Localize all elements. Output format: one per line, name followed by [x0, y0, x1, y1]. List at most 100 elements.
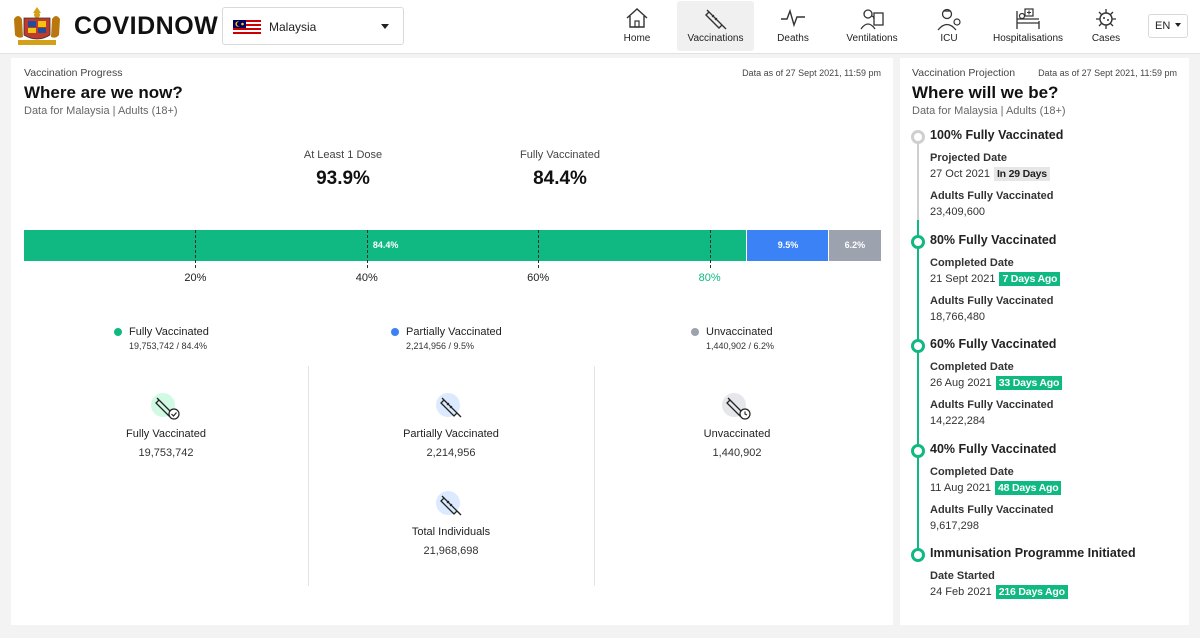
timeline-marker — [911, 444, 925, 458]
nav-label: Vaccinations — [687, 33, 744, 44]
card-value: 2,214,956 — [426, 447, 476, 459]
legend-value: 1,440,902 / 6.2% — [706, 341, 775, 351]
timeline-marker — [911, 235, 925, 249]
nav-hospitalisations[interactable]: Hospitalisations — [988, 1, 1068, 51]
card-value: 21,968,698 — [423, 545, 479, 557]
legend-value: 2,214,956 / 9.5% — [406, 341, 475, 351]
nav-label: ICU — [940, 33, 958, 44]
card-value: 19,753,742 — [138, 447, 194, 459]
vaccination-projection-panel: Vaccination Projection Data as of 27 Sep… — [900, 58, 1189, 625]
at-least-one-dose-label: At Least 1 Dose — [303, 149, 383, 161]
country-name: Malaysia — [269, 20, 317, 34]
legend-name: Fully Vaccinated — [129, 326, 209, 338]
coat-of-arms-logo[interactable] — [10, 5, 64, 47]
days-badge: 33 Days Ago — [995, 376, 1063, 390]
milestone-count: 23,409,600 — [930, 206, 986, 218]
milestone-date: 24 Feb 2021 216 Days Ago — [930, 585, 1068, 599]
nav-ventilations[interactable]: Ventilations — [840, 1, 904, 51]
icu-icon — [937, 8, 961, 31]
milestone-date-value: 21 Sept 2021 — [930, 273, 996, 285]
milestone-date-label: Completed Date — [930, 361, 1014, 373]
card-title: Unvaccinated — [703, 428, 771, 440]
pulse-icon — [781, 8, 805, 28]
panel-title: Where will we be? — [912, 83, 1059, 102]
nav-label: Home — [623, 33, 651, 44]
milestone-date-value: 26 Aug 2021 — [930, 377, 992, 389]
brand-name[interactable]: COVIDNOW — [74, 12, 218, 41]
country-selector[interactable]: Malaysia — [222, 7, 404, 45]
nav-icu[interactable]: ICU — [928, 1, 970, 51]
card-title: Total Individuals — [411, 526, 491, 538]
milestone-title: 40% Fully Vaccinated — [930, 442, 1057, 456]
nav-cases[interactable]: Cases — [1086, 1, 1126, 51]
nav-label: Ventilations — [846, 33, 898, 44]
days-badge: 216 Days Ago — [995, 585, 1068, 599]
days-badge: 48 Days Ago — [994, 481, 1062, 495]
milestone-title: 60% Fully Vaccinated — [930, 337, 1057, 351]
bar-tick-line — [195, 230, 197, 268]
milestone-title: Immunisation Programme Initiated — [930, 546, 1136, 560]
bar-segment-label: 6.2% — [844, 240, 866, 250]
bar-tick-label: 80% — [698, 272, 721, 284]
ventilator-icon — [860, 9, 884, 30]
legend-dot — [691, 328, 699, 336]
milestone-date: 11 Aug 2021 48 Days Ago — [930, 481, 1062, 495]
nav-label: Cases — [1091, 33, 1121, 44]
top-navigation-bar: COVIDNOW Malaysia Home Vaccinations Deat… — [0, 0, 1200, 54]
bar-segment-label: 84.4% — [372, 240, 399, 250]
milestone-date-label: Completed Date — [930, 466, 1014, 478]
vaccination-progress-panel: Vaccination Progress Data as of 27 Sept … — [11, 58, 893, 625]
chevron-down-icon — [1175, 23, 1181, 27]
bar-tick-line — [366, 230, 368, 268]
nav-label: Deaths — [777, 33, 809, 44]
milestone-count-label: Adults Fully Vaccinated — [930, 190, 1054, 202]
milestone-title: 80% Fully Vaccinated — [930, 233, 1057, 247]
timeline-line — [917, 220, 919, 556]
syringe-icon — [436, 393, 462, 418]
vaccination-stacked-bar[interactable]: 84.4% 9.5% 6.2% — [24, 230, 881, 268]
bar-tick-label: 40% — [355, 272, 378, 284]
nav-home[interactable]: Home — [616, 1, 658, 51]
language-selector[interactable]: EN — [1148, 14, 1188, 38]
panel-subtitle: Data for Malaysia | Adults (18+) — [24, 105, 178, 117]
hospital-bed-icon — [1016, 8, 1040, 29]
milestone-date: 27 Oct 2021 In 29 Days — [930, 167, 1050, 181]
section-label: Vaccination Progress — [24, 67, 123, 79]
milestone-count-label: Adults Fully Vaccinated — [930, 295, 1054, 307]
milestone-title: 100% Fully Vaccinated — [930, 128, 1064, 142]
milestone-count: 18,766,480 — [930, 311, 986, 323]
bar-tick-label: 20% — [184, 272, 207, 284]
days-badge: 7 Days Ago — [999, 272, 1061, 286]
legend-name: Partially Vaccinated — [406, 326, 502, 338]
syringe-check-icon — [151, 393, 180, 420]
language-code: EN — [1155, 20, 1171, 32]
card-value: 1,440,902 — [712, 447, 762, 459]
panel-title: Where are we now? — [24, 83, 183, 102]
home-icon — [626, 8, 648, 28]
bar-tick-label: 60% — [527, 272, 550, 284]
bar-tick-line — [709, 230, 711, 268]
timeline-marker — [911, 339, 925, 353]
bar-segment-label: 9.5% — [777, 240, 799, 250]
section-label: Vaccination Projection — [912, 67, 1016, 79]
milestone-date-label: Date Started — [930, 570, 995, 582]
nav-vaccinations[interactable]: Vaccinations — [677, 1, 754, 51]
milestone-count-label: Adults Fully Vaccinated — [930, 399, 1054, 411]
nav-deaths[interactable]: Deaths — [772, 1, 814, 51]
column-divider — [308, 366, 309, 586]
fully-vaccinated-label: Fully Vaccinated — [520, 149, 600, 161]
chevron-down-icon — [381, 24, 389, 29]
card-title: Fully Vaccinated — [126, 428, 206, 440]
milestone-date-value: 11 Aug 2021 — [930, 482, 991, 494]
milestone-date: 21 Sept 2021 7 Days Ago — [930, 272, 1061, 286]
virus-icon — [1096, 9, 1116, 29]
syringe-clock-icon — [722, 393, 751, 420]
fully-vaccinated-value: 84.4% — [533, 168, 587, 189]
data-timestamp: Data as of 27 Sept 2021, 11:59 pm — [742, 68, 881, 78]
timeline-marker — [911, 130, 925, 144]
milestone-date-label: Completed Date — [930, 257, 1014, 269]
at-least-one-dose-value: 93.9% — [316, 168, 370, 189]
milestone-count: 9,617,298 — [930, 520, 979, 532]
data-timestamp: Data as of 27 Sept 2021, 11:59 pm — [1038, 68, 1177, 78]
legend-name: Unvaccinated — [706, 326, 773, 338]
